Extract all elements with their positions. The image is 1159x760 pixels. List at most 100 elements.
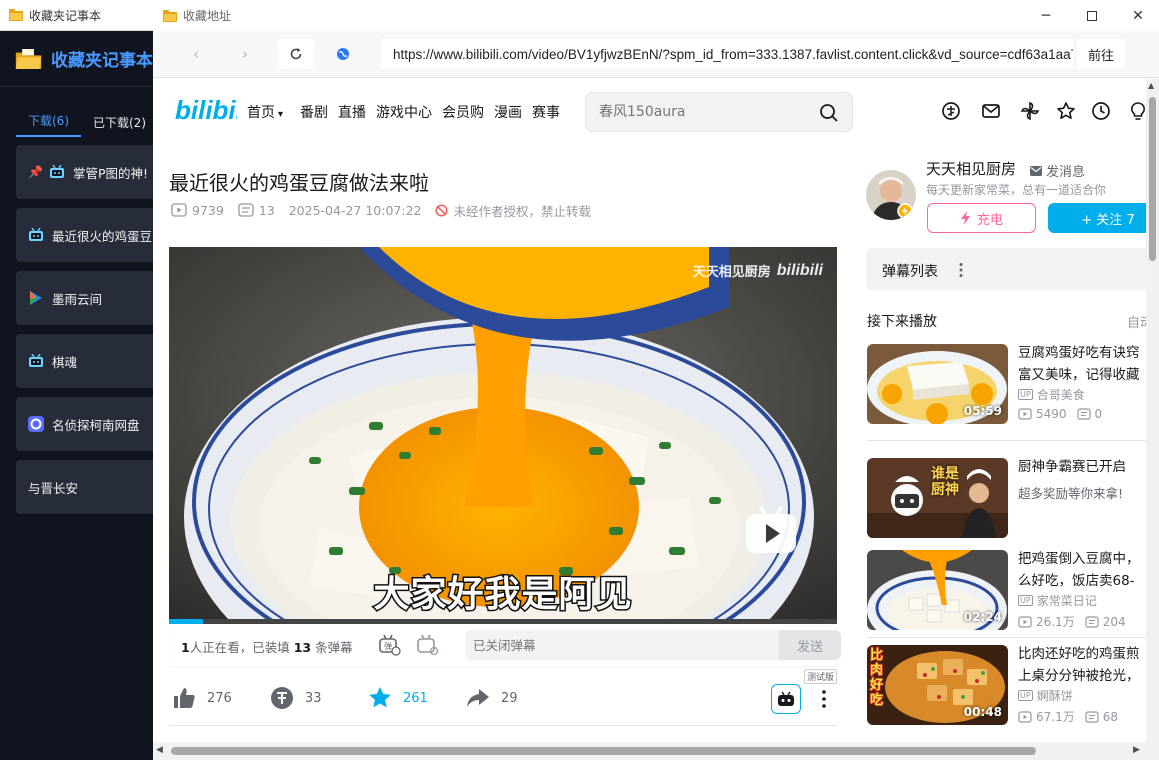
view-count: 5490 (1018, 407, 1067, 421)
recommendation-author[interactable]: UP 婀酥饼 (1018, 687, 1073, 704)
like-button[interactable]: 276 (171, 685, 232, 711)
maximize-icon (1087, 10, 1097, 21)
nav-anime[interactable]: 番剧 (300, 102, 328, 122)
uploader-name[interactable]: 天天相见厨房 (926, 158, 1016, 179)
star-icon (369, 687, 391, 708)
minimize-button[interactable]: ─ (1023, 0, 1069, 31)
recommendation-stats: 5490 0 (1018, 407, 1112, 421)
maximize-button[interactable] (1069, 0, 1115, 31)
list-item[interactable]: 墨雨云间 (16, 271, 166, 325)
danmaku-settings-icon[interactable] (415, 633, 439, 657)
reload-button[interactable] (278, 39, 314, 69)
video-actions: 276 33 261 29 测试版 (169, 669, 837, 720)
recommendation-card[interactable]: 05:59 豆腐鸡蛋好吃有诀窍 富又美味，记得收藏 UP 合哥美食 5490 0 (867, 344, 1157, 424)
danmaku-toggle-icon[interactable]: 弹 (377, 633, 401, 657)
recommendation-title: 比肉还好吃的鸡蛋煎 (1018, 646, 1140, 662)
more-dots-icon[interactable] (817, 688, 831, 710)
nav-manga[interactable]: 漫画 (494, 102, 522, 122)
loaded-danmaku-count: 13 (293, 640, 312, 655)
uploader-avatar[interactable] (866, 170, 916, 220)
more-dots-icon[interactable] (958, 262, 964, 278)
recommendation-card[interactable]: 比肉好吃 00:48 比肉还好吃的鸡蛋煎 上桌分分钟被抢光， UP 婀酥饼 67.… (867, 645, 1157, 725)
recommendation-title: 厨神争霸赛已开启 (1018, 459, 1126, 475)
nav-mall[interactable]: 会员购 (442, 102, 484, 122)
recommendation-title: 把鸡蛋倒入豆腐中， (1018, 551, 1140, 567)
search-input[interactable] (599, 101, 809, 123)
danmaku-list-panel[interactable]: 弹幕列表 (866, 248, 1159, 290)
divider (169, 725, 837, 726)
list-item[interactable]: 最近很火的鸡蛋豆 (16, 208, 166, 262)
forward-button[interactable]: › (227, 39, 263, 69)
list-item[interactable]: 名侦探柯南网盘 (16, 397, 166, 451)
view-count-value: 26.1万 (1036, 615, 1075, 629)
history-icon[interactable] (1090, 100, 1112, 122)
danmaku-count-icon (1085, 710, 1099, 723)
favorite-count: 261 (403, 690, 428, 706)
scroll-left-icon[interactable]: ◀ (156, 745, 163, 755)
nav-home[interactable]: 首页 ▾ (247, 102, 283, 122)
nav-game-center[interactable]: 游戏中心 (376, 102, 432, 122)
app-header: 收藏夹记事本 (0, 31, 153, 87)
favorites-icon[interactable] (1055, 100, 1077, 122)
coin-button[interactable]: 33 (269, 685, 322, 711)
recommendation-ad-card[interactable]: 谁是厨神 厨神争霸赛已开启 超多奖励等你来拿! (867, 458, 1157, 538)
message-icon[interactable] (980, 100, 1002, 122)
favorites-notebook-app: 收藏夹记事本 收藏夹记事本 下载(6) 已下载(2) 📌 掌管P图的神! 最近很… (0, 0, 166, 760)
video-watermark: 天天相见厨房 bilibili (693, 261, 823, 281)
ad-thumbnail-text: 谁是厨神 (931, 466, 959, 498)
recommendation-card[interactable]: 02:24 把鸡蛋倒入豆腐中， 么好吃，饭店卖68- UP 家常菜日记 26.1万… (867, 550, 1157, 630)
bili-tv-icon (49, 165, 64, 178)
site-info-button[interactable] (325, 39, 361, 69)
up-icon: UP (1018, 690, 1033, 701)
url-input[interactable] (381, 39, 1073, 69)
favorite-button[interactable]: 261 (367, 685, 428, 711)
danmaku-input[interactable] (465, 630, 779, 660)
danmaku-send-button[interactable]: 发送 (779, 630, 841, 660)
nav-live[interactable]: 直播 (338, 102, 366, 122)
big-member-icon[interactable] (940, 100, 962, 122)
vertical-scrollbar-thumb[interactable] (1149, 97, 1156, 261)
video-thumbnail: 02:24 (867, 550, 1008, 630)
search-icon[interactable] (818, 102, 840, 124)
charge-button[interactable]: 充电 (927, 203, 1036, 233)
dynamic-icon[interactable] (1019, 100, 1041, 122)
scroll-right-icon[interactable]: ▶ (1133, 745, 1140, 755)
horizontal-scrollbar-thumb[interactable] (171, 747, 1036, 755)
browser-titlebar: 收藏地址 (153, 0, 1159, 31)
author-name: 婀酥饼 (1036, 689, 1073, 703)
app-titlebar: 收藏夹记事本 (0, 0, 153, 31)
recommendation-stats: 67.1万 68 (1018, 708, 1128, 725)
lightning-icon (960, 211, 970, 225)
nav-esports[interactable]: 赛事 (532, 102, 560, 122)
video-duration: 05:59 (963, 404, 1002, 418)
follow-button[interactable]: + 关注 7 (1048, 203, 1159, 233)
ai-assistant-button[interactable] (771, 684, 801, 714)
back-button[interactable]: ‹ (178, 39, 214, 69)
tab-downloading[interactable]: 下载(6) (16, 112, 81, 137)
play-icon[interactable] (744, 505, 798, 555)
tab-downloaded[interactable]: 已下载(2) (81, 114, 158, 137)
app-download-list: 📌 掌管P图的神! 最近很火的鸡蛋豆 墨雨云间 棋魂 名侦探柯南网盘 与晋长安 (0, 137, 166, 514)
horizontal-scrollbar[interactable]: ◀ ▶ (153, 742, 1146, 760)
recommendation-author[interactable]: UP 合哥美食 (1018, 386, 1085, 403)
send-message-button[interactable]: 发消息 (1030, 161, 1085, 180)
scroll-up-icon[interactable]: ▲ (1148, 81, 1154, 90)
list-item[interactable]: 棋魂 (16, 334, 166, 388)
share-count: 29 (501, 690, 518, 706)
list-item-label: 与晋长安 (28, 480, 79, 496)
danmaku-list-label: 弹幕列表 (882, 264, 938, 280)
video-player[interactable]: 天天相见厨房 bilibili 大家好我是阿见 (169, 247, 837, 624)
chevron-down-icon: ▾ (278, 109, 284, 120)
copyright-text: 未经作者授权，禁止转载 (453, 203, 591, 219)
browser-navbar: ‹ › 前往 (153, 31, 1159, 78)
vertical-scrollbar[interactable]: ▲ (1146, 79, 1159, 760)
recommendation-author[interactable]: UP 家常菜日记 (1018, 592, 1097, 609)
close-button[interactable]: ✕ (1115, 0, 1159, 31)
list-item[interactable]: 📌 掌管P图的神! (16, 145, 166, 199)
share-button[interactable]: 29 (465, 685, 518, 711)
go-button[interactable]: 前往 (1077, 39, 1125, 69)
bilibili-logo[interactable]: bilibili (175, 95, 237, 125)
list-item[interactable]: 与晋长安 (16, 460, 166, 514)
ad-thumbnail: 谁是厨神 (867, 458, 1008, 538)
browser-window-title: 收藏地址 (183, 9, 232, 23)
